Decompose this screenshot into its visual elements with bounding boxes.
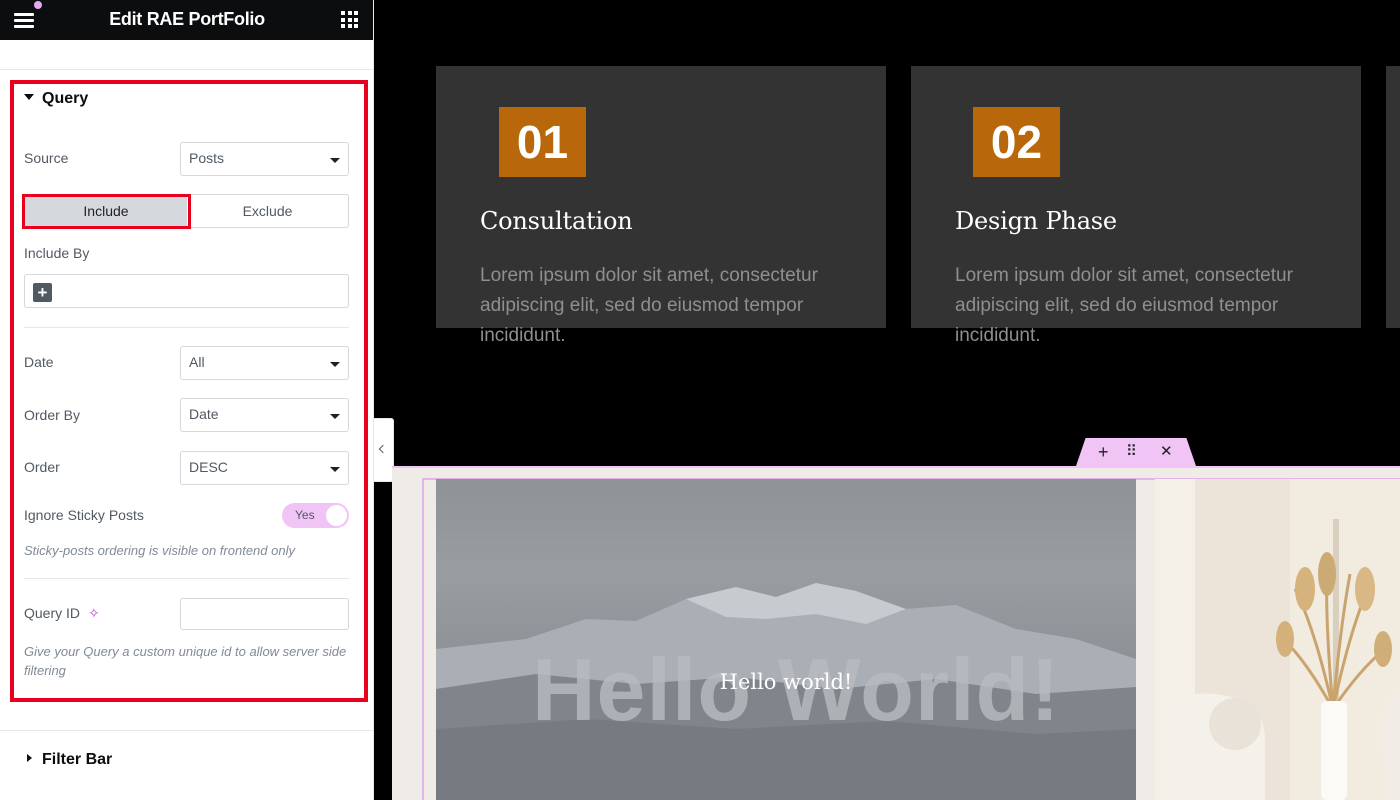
portfolio-item-title: Hello world! [719, 670, 853, 694]
collapse-panel-button[interactable] [374, 418, 394, 482]
filter-bar-heading: Filter Bar [42, 751, 113, 768]
previous-section-cut [0, 40, 373, 70]
drag-handle-icon[interactable]: ⠿ [1126, 441, 1137, 463]
filter-bar-header[interactable]: Filter Bar [24, 751, 112, 769]
caret-right-icon [27, 754, 32, 762]
order-by-select[interactable]: Date [180, 398, 349, 432]
portfolio-item-image-2[interactable] [1155, 479, 1400, 800]
order-select[interactable]: DESC [180, 451, 349, 485]
card-number: 02 [973, 107, 1060, 177]
toggle-knob [326, 505, 347, 526]
query-id-input[interactable] [180, 598, 349, 630]
order-by-label: Order By [24, 407, 81, 423]
portfolio-item-image-1[interactable]: Hello World! Hello world! [436, 479, 1136, 800]
card-text: Lorem ipsum dolor sit amet, consectetur … [955, 265, 1293, 346]
notification-dot [34, 1, 42, 9]
ignore-sticky-label: Ignore Sticky Posts [24, 507, 144, 523]
widgets-grid-icon[interactable] [341, 11, 358, 28]
date-label: Date [24, 354, 54, 370]
date-select[interactable]: All [180, 346, 349, 380]
include-by-label: Include By [24, 245, 90, 261]
process-card-1: 01 Consultation Lorem ipsum dolor sit am… [436, 66, 886, 346]
process-card-2: 02 Design Phase Lorem ipsum dolor sit am… [911, 66, 1361, 346]
caret-down-icon [24, 94, 34, 100]
toggle-text: Yes [295, 508, 315, 522]
process-card-3-partial [1386, 66, 1400, 328]
card-number: 01 [499, 107, 586, 177]
panel-title: Edit RAE PortFolio [109, 9, 265, 29]
query-id-label-wrap: Query ID ✧ [24, 605, 100, 622]
source-value: Posts [189, 150, 225, 166]
chevron-left-icon [378, 444, 388, 454]
include-tab-highlight [22, 194, 191, 229]
card-text: Lorem ipsum dolor sit amet, consectetur … [480, 265, 818, 346]
order-label: Order [24, 459, 60, 475]
source-select[interactable]: Posts [180, 142, 349, 176]
query-id-label: Query ID [24, 605, 81, 621]
dropdown-arrow-icon [330, 362, 340, 367]
sticky-note: Sticky-posts ordering is visible on fron… [24, 543, 295, 558]
section-handle: + ⠿ ✕ [1076, 438, 1196, 466]
ai-sparkle-icon[interactable]: ✧ [88, 605, 100, 622]
interior-illustration [1155, 479, 1400, 800]
divider [24, 327, 349, 328]
panel-header: Edit RAE PortFolio [0, 0, 373, 40]
dropdown-arrow-icon [330, 414, 340, 419]
source-label: Source [24, 150, 69, 166]
close-section-icon[interactable]: ✕ [1160, 441, 1173, 463]
query-id-note: Give your Query a custom unique id to al… [24, 644, 347, 678]
add-icon[interactable]: + [33, 283, 52, 302]
editor-panel: Edit RAE PortFolio Query Source Posts In… [0, 0, 374, 800]
add-section-icon[interactable]: + [1098, 441, 1109, 463]
dropdown-arrow-icon [330, 467, 340, 472]
card-title: Design Phase [955, 207, 1117, 235]
card-title: Consultation [480, 207, 633, 235]
dropdown-arrow-icon [330, 158, 340, 163]
order-by-value: Date [189, 406, 219, 422]
ignore-sticky-toggle[interactable]: Yes [282, 503, 349, 528]
date-value: All [189, 354, 205, 370]
include-by-field[interactable]: + [24, 274, 349, 308]
divider [24, 578, 349, 579]
order-value: DESC [189, 459, 228, 475]
query-section-header[interactable]: Query [24, 90, 88, 108]
query-heading: Query [42, 90, 89, 107]
tab-exclude[interactable]: Exclude [187, 195, 348, 227]
